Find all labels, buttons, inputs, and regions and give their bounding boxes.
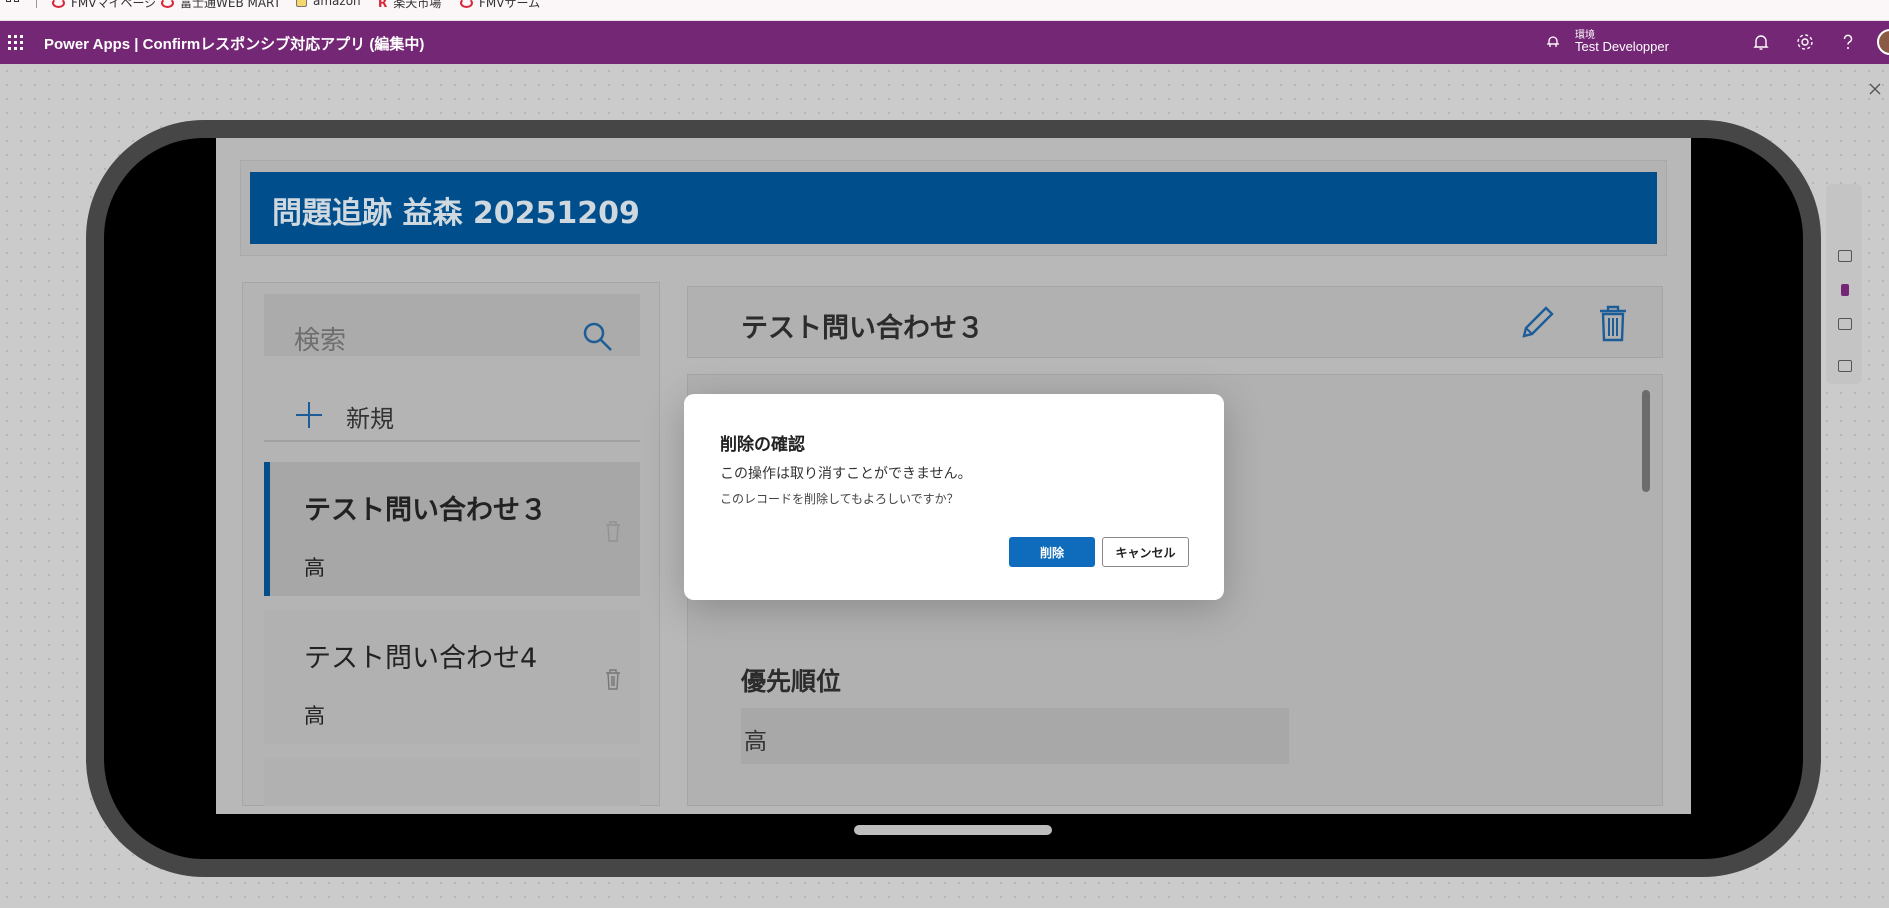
priority-field-value: 高	[741, 708, 1289, 764]
bookmark-label: 富士通WEB MART	[180, 0, 281, 10]
delete-trash-icon[interactable]	[1598, 304, 1628, 342]
bookmark-label: 楽天市場	[393, 0, 442, 10]
detail-title: テスト問い合わせ３	[741, 313, 984, 344]
list-item[interactable]	[264, 758, 640, 806]
priority-field-label: 優先順位	[741, 667, 842, 696]
dialog-title: 削除の確認	[720, 435, 805, 455]
dialog-sub-message: このレコードを削除してもよろしいですか？	[720, 492, 959, 506]
bookmark-web-mart[interactable]: 富士通WEB MART	[161, 0, 281, 11]
bookmark-label: FMVマイページ	[71, 0, 157, 10]
environment-name[interactable]: Test Developper	[1575, 39, 1669, 54]
screen-size-icon[interactable]	[1838, 250, 1852, 262]
user-avatar[interactable]	[1877, 29, 1889, 55]
app-header-title: 問題追跡 益森 20251209	[250, 172, 1657, 244]
bookmark-separator	[36, 0, 37, 8]
settings-gear-icon[interactable]	[1795, 32, 1815, 52]
trash-icon[interactable]	[604, 668, 622, 690]
dialog-message: この操作は取り消すことができません。	[720, 466, 972, 482]
bookmark-label: amazon	[313, 0, 361, 8]
bookmarks-bar: FMVマイページ 富士通WEB MART amazon R 楽天市場 FMVサー…	[0, 0, 1889, 21]
phone-layout-icon[interactable]	[1841, 284, 1849, 296]
list-item-priority: 高	[304, 556, 325, 580]
home-indicator	[854, 825, 1052, 835]
list-item-priority: 高	[304, 704, 325, 728]
bookmark-fmv-mypage[interactable]: FMVマイページ	[52, 0, 156, 11]
list-item-title: テスト問い合わせ4	[304, 643, 538, 674]
close-icon[interactable]	[1864, 78, 1886, 100]
apps-grid-icon[interactable]	[6, 0, 20, 8]
amazon-icon	[296, 0, 307, 7]
bookmark-fmv-theme[interactable]: FMVサーム	[460, 0, 540, 11]
new-record-label: 新規	[346, 405, 394, 433]
notifications-bell-icon[interactable]	[1751, 32, 1771, 52]
fujitsu-icon	[460, 0, 473, 8]
rakuten-icon: R	[378, 0, 388, 10]
search-icon[interactable]	[582, 321, 614, 353]
canvas-toolbar	[1826, 184, 1862, 384]
environment-icon[interactable]	[1545, 34, 1561, 50]
help-icon[interactable]	[1838, 32, 1858, 52]
fujitsu-icon	[52, 0, 65, 8]
confirm-delete-button[interactable]: 削除	[1009, 537, 1095, 567]
fujitsu-icon	[161, 0, 174, 8]
list-item[interactable]: テスト問い合わせ4 高	[264, 610, 640, 744]
search-placeholder: 検索	[294, 326, 347, 356]
bookmark-label: FMVサーム	[479, 0, 541, 10]
power-apps-header: Power Apps | Confirmレスポンシブ対応アプリ (編集中) 環境…	[0, 21, 1889, 64]
bookmark-rakuten[interactable]: R 楽天市場	[378, 0, 441, 11]
scrollbar[interactable]	[1642, 390, 1650, 492]
list-item-title: テスト問い合わせ３	[304, 495, 547, 526]
plus-icon	[296, 402, 322, 428]
waffle-menu-icon[interactable]	[8, 35, 23, 50]
list-item[interactable]: テスト問い合わせ３ 高	[264, 462, 640, 596]
trash-icon[interactable]	[604, 520, 622, 542]
selected-indicator	[264, 462, 270, 596]
cancel-button[interactable]: キャンセル	[1102, 537, 1189, 567]
delete-confirm-dialog: 削除の確認 この操作は取り消すことができません。 このレコードを削除してもよろし…	[684, 394, 1224, 600]
app-title: Power Apps | Confirmレスポンシブ対応アプリ (編集中)	[44, 36, 425, 53]
bookmark-amazon[interactable]: amazon	[296, 0, 361, 8]
tablet-layout-icon[interactable]	[1838, 318, 1852, 330]
preview-icon[interactable]	[1838, 360, 1852, 372]
edit-pencil-icon[interactable]	[1518, 304, 1556, 342]
